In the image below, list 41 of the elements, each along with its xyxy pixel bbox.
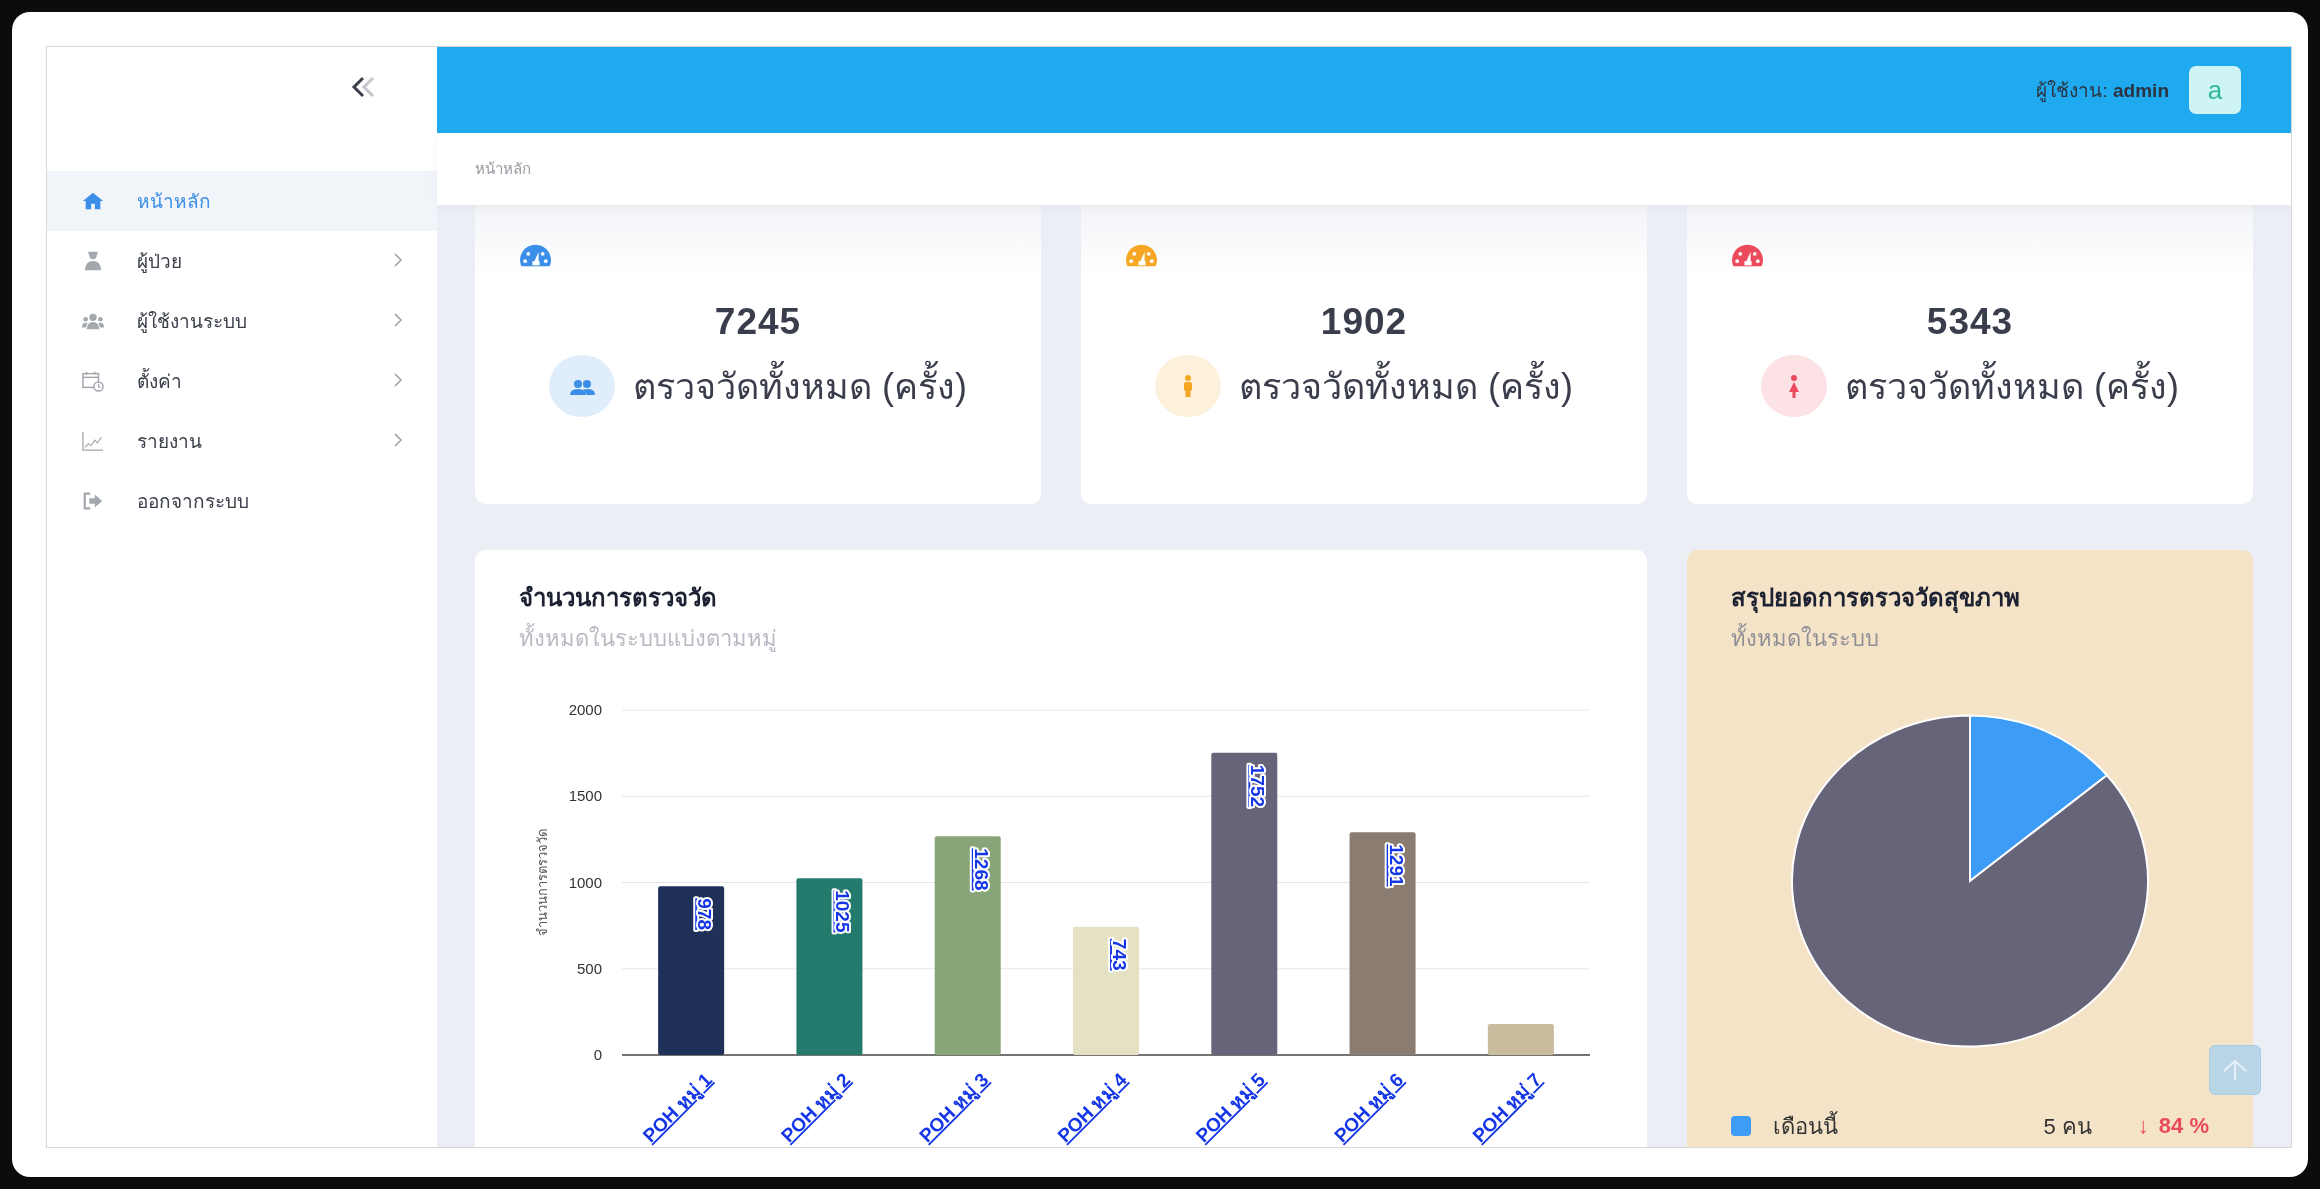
stat-label: ตรวจวัดทั้งหมด (ครั้ง) bbox=[1845, 357, 2179, 415]
card-subtitle: ทั้งหมดในระบบ bbox=[1731, 621, 1879, 656]
legend-count: 5 คน bbox=[2043, 1112, 2092, 1141]
up-arrow-icon bbox=[2222, 1059, 2248, 1081]
stat-label: ตรวจวัดทั้งหมด (ครั้ง) bbox=[633, 357, 967, 415]
line-chart-icon bbox=[81, 430, 105, 452]
axis-tick-label: 1500 bbox=[568, 787, 602, 805]
sidebar-item[interactable]: ผู้ใช้งานระบบ bbox=[47, 291, 437, 351]
card-title: จำนวนการตรวจวัด bbox=[519, 583, 717, 613]
sign-out-icon bbox=[81, 490, 105, 512]
stat-label: ตรวจวัดทั้งหมด (ครั้ง) bbox=[1239, 357, 1573, 415]
user-label: ผู้ใช้งาน: admin bbox=[2036, 79, 2169, 104]
stat-value: 5343 bbox=[1925, 301, 2015, 343]
axis-tick-label: 1000 bbox=[568, 873, 602, 891]
bar bbox=[1487, 1023, 1554, 1055]
trend-arrow: ↓ bbox=[2137, 1113, 2149, 1139]
change-percent: 84 % bbox=[2158, 1113, 2209, 1139]
home-icon bbox=[81, 190, 105, 212]
bar-value-label: 1268 bbox=[970, 848, 992, 891]
woman-icon bbox=[1788, 374, 1800, 398]
bar-value-label: 1025 bbox=[832, 890, 854, 933]
axis-tick-label: 500 bbox=[576, 959, 602, 977]
sidebar-item[interactable]: ผู้ป่วย bbox=[47, 231, 437, 291]
sidebar-item[interactable]: ตั้งค่า bbox=[47, 351, 437, 411]
legend-label: เดือนนี้ bbox=[1773, 1110, 1839, 1141]
calendar-clock-icon bbox=[81, 370, 105, 392]
card-subtitle: ทั้งหมดในระบบแบ่งตามหมู่ bbox=[519, 621, 777, 656]
stat-value: 7245 bbox=[713, 301, 803, 343]
sidebar-item[interactable]: ออกจากระบบ bbox=[47, 471, 437, 531]
axis-tick-label: 2000 bbox=[568, 701, 602, 718]
bar-value-label: 1752 bbox=[1247, 764, 1269, 808]
sidebar-item[interactable]: รายงาน bbox=[47, 411, 437, 471]
man-icon bbox=[1183, 375, 1193, 397]
stat-value: 1902 bbox=[1319, 301, 1409, 343]
bar-value-label: 1291 bbox=[1385, 844, 1407, 887]
axis-tick-label: 0 bbox=[593, 1046, 602, 1063]
bar-value-label: 978 bbox=[694, 898, 716, 930]
axis-title: จำนวนการตรวจวัด bbox=[535, 829, 550, 936]
users-icon bbox=[569, 377, 595, 395]
bar-value-label: 743 bbox=[1109, 938, 1130, 971]
card-title: สรุปยอดการตรวจวัดสุขภาพ bbox=[1731, 583, 2020, 615]
